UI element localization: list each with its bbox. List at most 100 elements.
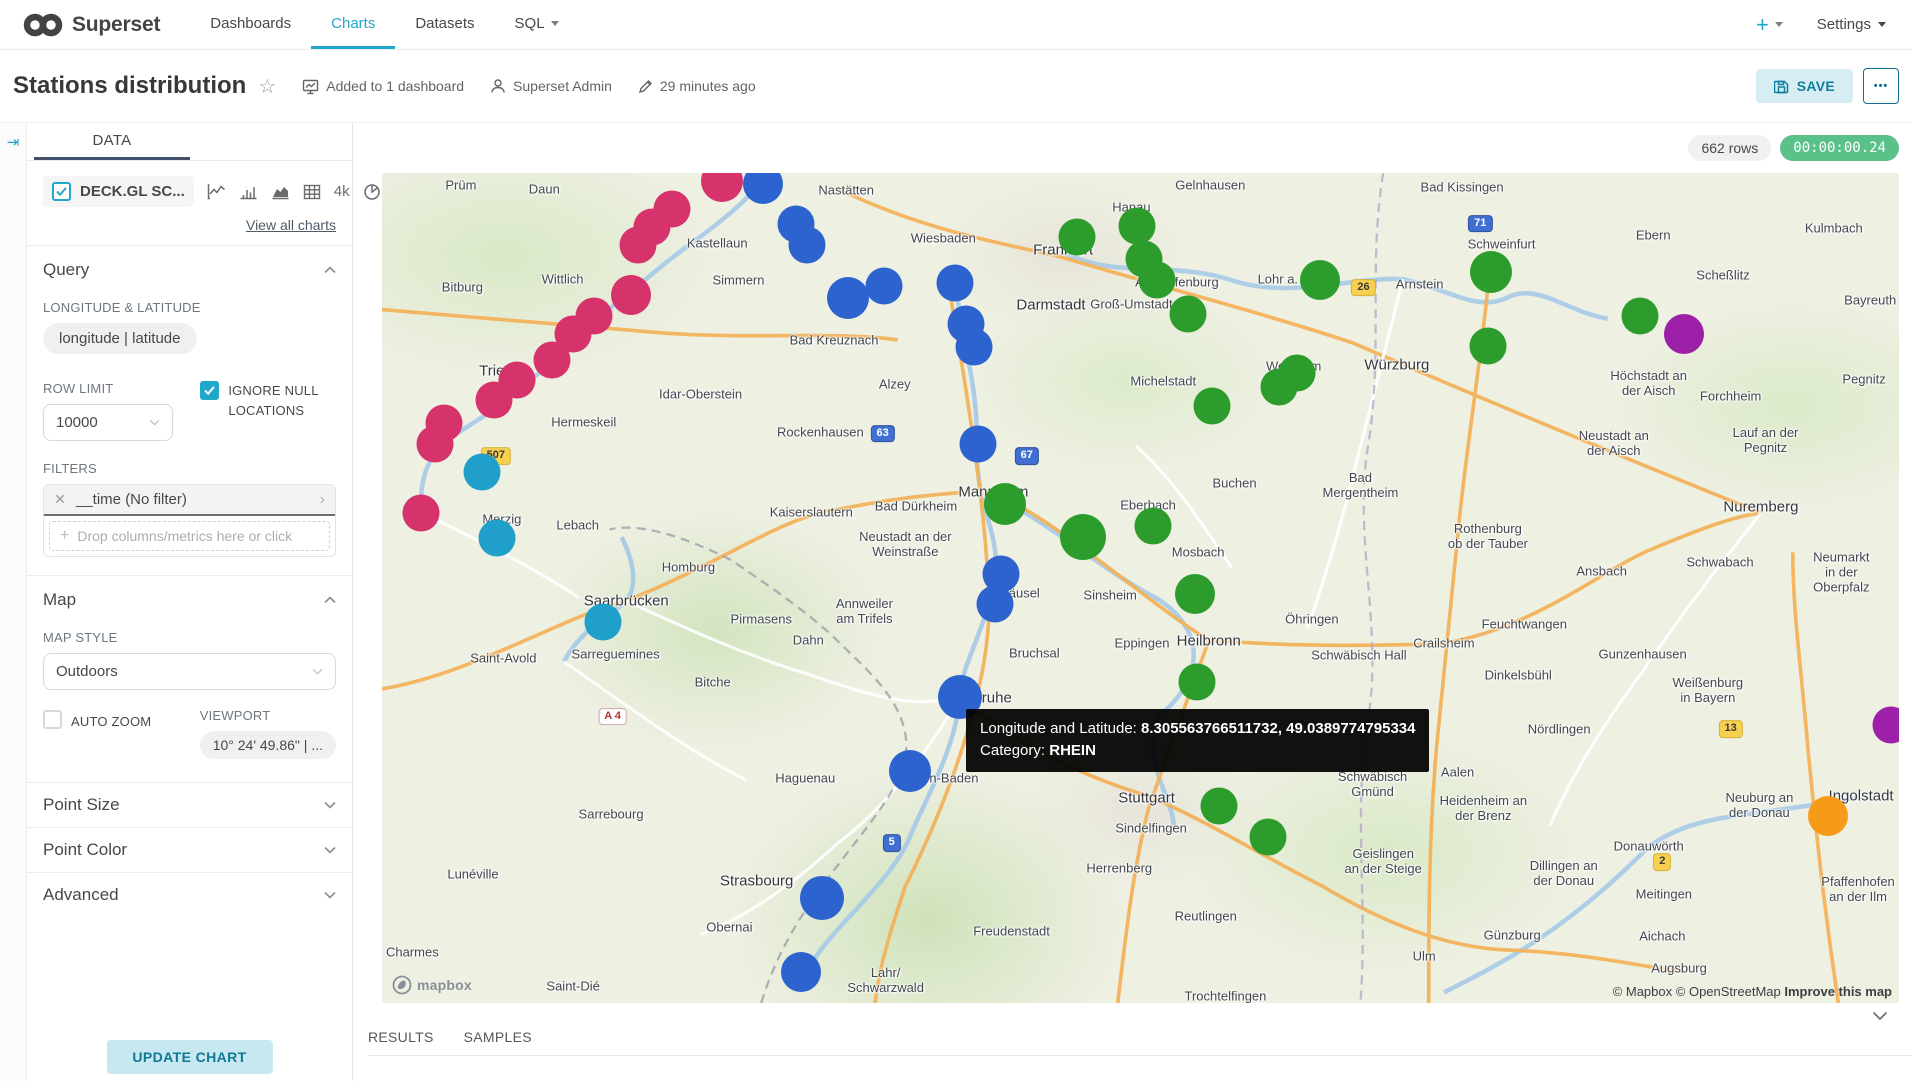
main-nav: Dashboards Charts Datasets SQL bbox=[190, 0, 578, 49]
dashboards-count[interactable]: Added to 1 dashboard bbox=[302, 78, 464, 95]
bar-chart-icon[interactable] bbox=[239, 183, 258, 200]
nav-sql[interactable]: SQL bbox=[495, 0, 579, 49]
map-section-header[interactable]: Map bbox=[43, 590, 336, 610]
map-point[interactable] bbox=[827, 277, 869, 319]
pie-chart-icon[interactable] bbox=[363, 183, 381, 201]
map-point[interactable] bbox=[1808, 796, 1848, 836]
map-point[interactable] bbox=[1058, 218, 1095, 255]
auto-zoom-control[interactable]: AUTO ZOOM bbox=[43, 710, 198, 732]
results-panel: RESULTS SAMPLES bbox=[353, 1003, 1912, 1081]
map-point[interactable] bbox=[1664, 314, 1704, 354]
map-point[interactable] bbox=[417, 426, 454, 463]
map-point[interactable] bbox=[1139, 262, 1176, 299]
mapbox-attribution-link[interactable]: © Mapbox bbox=[1613, 984, 1672, 999]
remove-filter-icon[interactable]: ✕ bbox=[44, 491, 76, 508]
map-point[interactable] bbox=[476, 382, 513, 419]
map-point[interactable] bbox=[937, 264, 974, 301]
more-actions-button[interactable]: ••• bbox=[1863, 68, 1899, 104]
map-point[interactable] bbox=[620, 227, 657, 264]
query-timer-badge: 00:00:00.24 bbox=[1780, 135, 1899, 161]
map-point[interactable] bbox=[1060, 514, 1106, 560]
map-point[interactable] bbox=[955, 329, 992, 366]
map-point[interactable] bbox=[1470, 251, 1512, 293]
expand-panel-icon[interactable]: ⇥ bbox=[7, 134, 20, 151]
chevron-up-icon bbox=[324, 266, 336, 274]
deckgl-map[interactable]: 71265076367A 45132 PrümDaunNastättenGeln… bbox=[382, 173, 1899, 1003]
map-point[interactable] bbox=[1201, 788, 1238, 825]
panel-collapse-rail: ⇥ bbox=[0, 123, 27, 1081]
improve-map-link[interactable]: Improve this map bbox=[1784, 984, 1892, 999]
section-point-size[interactable]: Point Size bbox=[27, 783, 352, 827]
map-point[interactable] bbox=[1169, 296, 1206, 333]
superset-logo[interactable]: Superset bbox=[22, 0, 160, 49]
settings-menu[interactable]: Settings bbox=[1817, 16, 1886, 33]
map-point[interactable] bbox=[788, 227, 825, 264]
chart-owner[interactable]: Superset Admin bbox=[490, 78, 612, 94]
map-point[interactable] bbox=[781, 952, 821, 992]
row-count-badge: 662 rows bbox=[1688, 135, 1771, 161]
map-point[interactable] bbox=[1249, 819, 1286, 856]
map-point[interactable] bbox=[479, 520, 516, 557]
map-point[interactable] bbox=[403, 495, 440, 532]
map-point[interactable] bbox=[984, 483, 1026, 525]
checkbox-unchecked-icon[interactable] bbox=[43, 710, 62, 729]
chevron-up-icon bbox=[324, 596, 336, 604]
last-modified[interactable]: 29 minutes ago bbox=[638, 78, 756, 94]
road-shield: 67 bbox=[1015, 447, 1039, 465]
viewport-chip[interactable]: 10° 24' 49.86" | ... bbox=[200, 731, 336, 759]
table-icon[interactable] bbox=[303, 184, 321, 200]
osm-attribution-link[interactable]: © OpenStreetMap bbox=[1676, 984, 1781, 999]
map-section: Map MAP STYLE Outdoors AUTO ZOOM VIEWPOR… bbox=[27, 576, 352, 782]
map-tooltip: Longitude and Latitude: 8.30556376651173… bbox=[966, 709, 1429, 772]
nav-dashboards[interactable]: Dashboards bbox=[190, 0, 311, 49]
view-all-charts-link[interactable]: View all charts bbox=[246, 217, 336, 233]
ignore-null-control[interactable]: IGNORE NULL LOCATIONS bbox=[200, 381, 336, 441]
lonlat-chip[interactable]: longitude | latitude bbox=[43, 323, 197, 354]
new-item-button[interactable]: + bbox=[1756, 12, 1783, 38]
favorite-star-icon[interactable]: ☆ bbox=[258, 74, 276, 99]
filters-drop-zone[interactable]: + Drop columns/metrics here or click bbox=[49, 521, 330, 551]
tab-samples[interactable]: SAMPLES bbox=[464, 1029, 532, 1045]
nav-charts[interactable]: Charts bbox=[311, 0, 395, 49]
map-style-select[interactable]: Outdoors bbox=[43, 653, 336, 690]
map-point[interactable] bbox=[464, 453, 501, 490]
chart-header: Stations distribution ☆ Added to 1 dashb… bbox=[0, 50, 1912, 123]
map-point[interactable] bbox=[889, 750, 931, 792]
collapse-results-chevron-icon[interactable] bbox=[1872, 1011, 1888, 1021]
map-point[interactable] bbox=[533, 341, 570, 378]
map-point[interactable] bbox=[1175, 574, 1215, 614]
map-point[interactable] bbox=[585, 604, 622, 641]
filter-chip-time[interactable]: ✕ __time (No filter) › bbox=[44, 485, 335, 516]
map-point[interactable] bbox=[1260, 369, 1297, 406]
map-point[interactable] bbox=[976, 585, 1013, 622]
map-point[interactable] bbox=[1134, 507, 1171, 544]
map-base-layer bbox=[382, 173, 1899, 1003]
map-point[interactable] bbox=[1621, 297, 1658, 334]
map-point[interactable] bbox=[1193, 388, 1230, 425]
map-point[interactable] bbox=[1469, 328, 1506, 365]
map-point[interactable] bbox=[1178, 663, 1215, 700]
query-section: Query LONGITUDE & LATITUDE longitude | l… bbox=[27, 246, 352, 575]
nav-datasets[interactable]: Datasets bbox=[395, 0, 494, 49]
update-chart-button[interactable]: UPDATE CHART bbox=[106, 1040, 272, 1074]
tab-results[interactable]: RESULTS bbox=[368, 1029, 434, 1045]
area-chart-icon[interactable] bbox=[271, 183, 290, 200]
line-chart-icon[interactable] bbox=[207, 183, 226, 200]
map-point[interactable] bbox=[611, 275, 651, 315]
section-point-color[interactable]: Point Color bbox=[27, 828, 352, 872]
mapbox-logo[interactable]: mapbox bbox=[392, 975, 472, 995]
map-point[interactable] bbox=[800, 876, 844, 920]
map-point[interactable] bbox=[866, 267, 903, 304]
map-point[interactable] bbox=[1119, 208, 1156, 245]
checkbox-checked-icon[interactable] bbox=[200, 381, 219, 400]
save-button[interactable]: SAVE bbox=[1756, 69, 1853, 103]
query-status-row: 662 rows 00:00:00.24 bbox=[353, 123, 1912, 173]
map-point[interactable] bbox=[1300, 260, 1340, 300]
viz-type-selected[interactable]: DECK.GL SC... bbox=[43, 176, 194, 207]
tab-data[interactable]: DATA bbox=[34, 123, 190, 160]
section-advanced[interactable]: Advanced bbox=[27, 873, 352, 917]
viz-type-4k[interactable]: 4k bbox=[334, 183, 350, 200]
row-limit-select[interactable]: 10000 bbox=[43, 404, 173, 441]
map-point[interactable] bbox=[960, 425, 997, 462]
query-section-header[interactable]: Query bbox=[43, 260, 336, 280]
